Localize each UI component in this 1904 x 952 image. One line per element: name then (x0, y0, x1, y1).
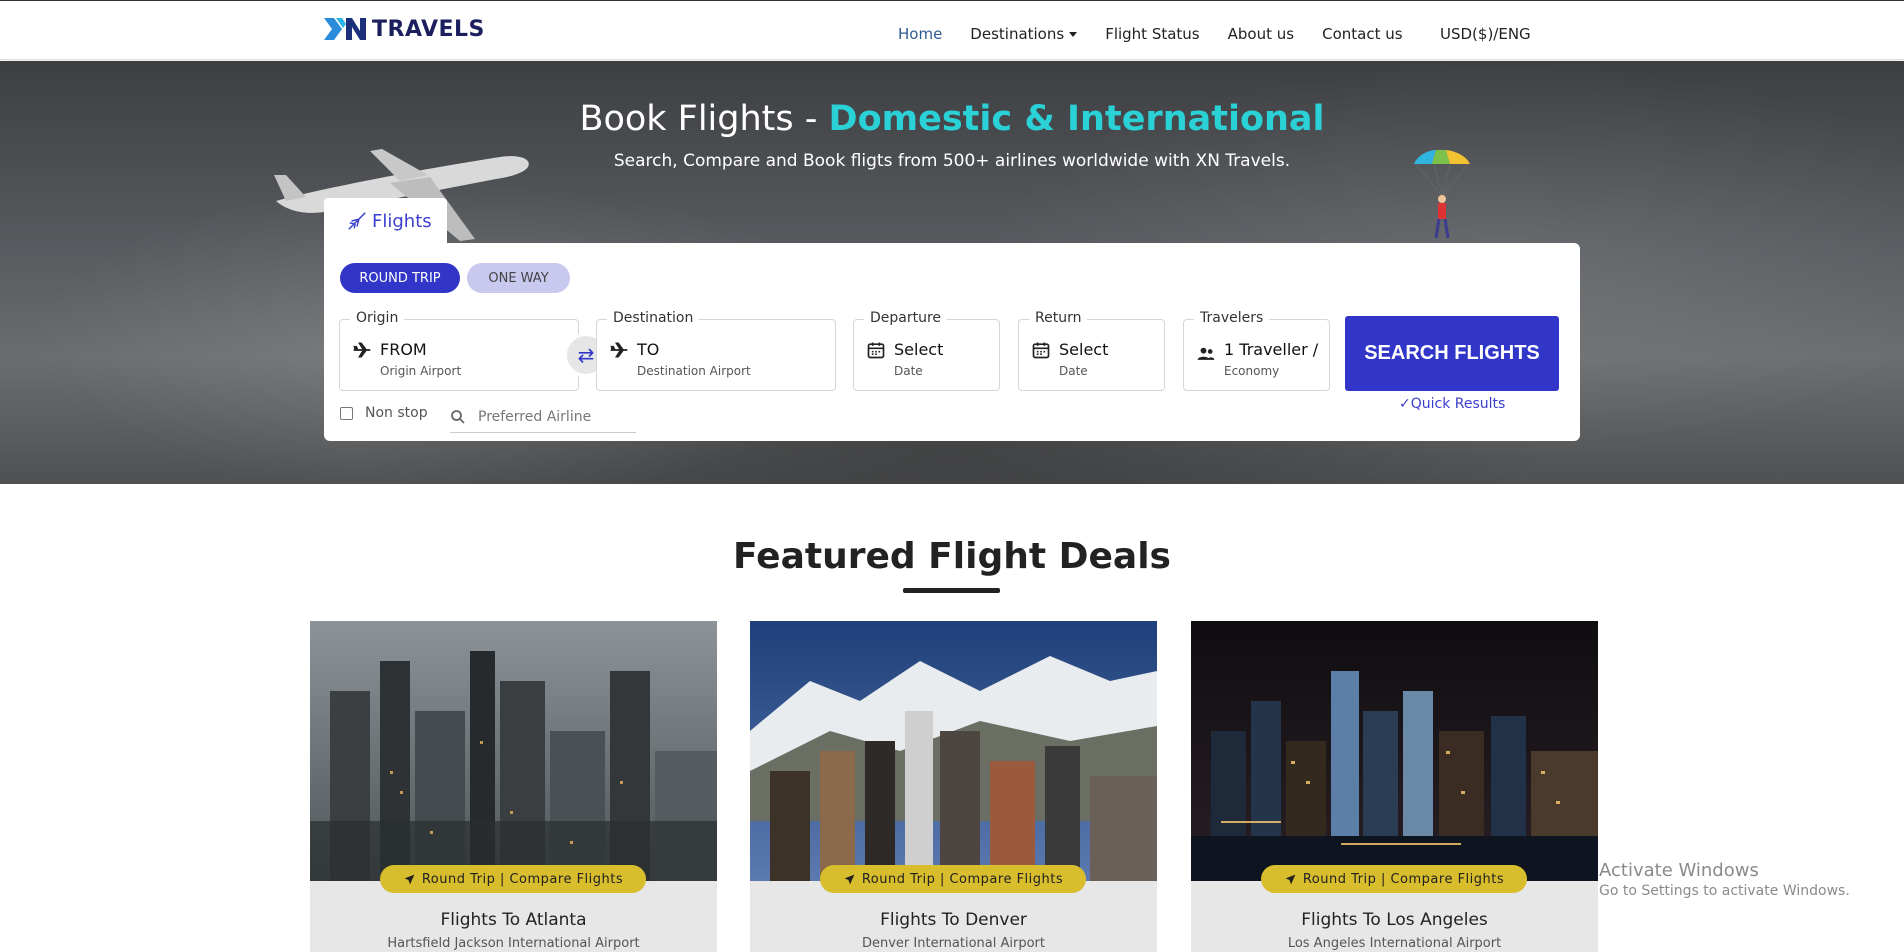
travelers-label: Travelers (1194, 310, 1270, 326)
nav-contact-us[interactable]: Contact us (1322, 25, 1402, 43)
tab-flights-label: Flights (372, 210, 432, 232)
travelers-sub: Economy (1224, 364, 1280, 378)
nav-about-us[interactable]: About us (1228, 25, 1294, 43)
nav-destinations[interactable]: Destinations (970, 25, 1078, 43)
deal-airport: Los Angeles International Airport (1287, 936, 1502, 951)
deal-airport: Denver International Airport (861, 936, 1045, 951)
deal-badge-label: Round Trip | Compare Flights (1302, 871, 1505, 887)
origin-sub: Origin Airport (380, 364, 462, 378)
quick-results-label: Quick Results (1410, 396, 1506, 412)
check-icon: ✓ (1399, 396, 1411, 412)
hero-title-accent: Domestic & International (828, 99, 1325, 139)
origin-label: Origin (350, 310, 405, 326)
brand-logo[interactable]: TRAVELS (322, 15, 485, 43)
destination-value: TO (637, 340, 660, 359)
denver-city-image (750, 621, 1157, 881)
takeoff-icon (353, 342, 371, 358)
people-icon (1197, 347, 1215, 360)
destination-sub: Destination Airport (637, 364, 751, 378)
nav-home[interactable]: Home (898, 25, 942, 43)
caret-down-icon (1069, 32, 1078, 37)
preferred-airline-placeholder: Preferred Airline (478, 408, 592, 425)
brand-name: TRAVELS (372, 16, 485, 42)
watermark-line2: Go to Settings to activate Windows. (1599, 883, 1850, 899)
non-stop-option[interactable]: Non stop (340, 405, 428, 421)
deal-title: Flights To Los Angeles (1301, 910, 1488, 930)
deal-badge: Round Trip | Compare Flights (820, 865, 1086, 893)
travelers-field[interactable]: Travelers 1 Traveller / Economy (1183, 310, 1330, 391)
return-date-field[interactable]: Return Select Date (1018, 310, 1165, 391)
non-stop-label: Non stop (365, 405, 428, 421)
xn-logo-icon (324, 18, 366, 40)
landing-icon (610, 342, 628, 358)
main-nav: Home Destinations Flight Status About us… (898, 25, 1431, 43)
preferred-airline-input[interactable]: Preferred Airline (450, 401, 636, 433)
destination-label: Destination (607, 310, 700, 326)
swap-icon: ⇄ (577, 343, 595, 367)
watermark-line1: Activate Windows (1599, 860, 1759, 881)
tab-flights[interactable]: Flights (324, 198, 447, 244)
nav-flight-status[interactable]: Flight Status (1105, 25, 1199, 43)
flight-search-form: ROUND TRIP ONE WAY Origin FROM Origin Ai… (324, 243, 1580, 441)
travelers-value: 1 Traveller / (1224, 340, 1319, 359)
windows-activation-watermark: Activate Windows Go to Settings to activ… (1599, 860, 1850, 899)
los-angeles-city-image (1191, 621, 1598, 881)
nav-destinations-label: Destinations (970, 25, 1065, 43)
deal-badge-label: Round Trip | Compare Flights (421, 871, 624, 887)
calendar-icon (867, 342, 885, 359)
currency-language-selector[interactable]: USD($)/ENG (1440, 25, 1531, 43)
calendar-icon (1032, 342, 1050, 359)
airplane-icon (844, 874, 855, 884)
featured-deals-heading: Featured Flight Deals (733, 536, 1171, 577)
deal-card-los-angeles[interactable]: Round Trip | Compare Flights Flights To … (1191, 621, 1598, 952)
parachute-illustration (1414, 150, 1470, 239)
round-trip-toggle[interactable]: ROUND TRIP (340, 263, 460, 293)
departure-value: Select (894, 340, 944, 359)
top-navbar: TRAVELS Home Destinations Flight Status … (0, 0, 1904, 60)
deal-card-denver[interactable]: Round Trip | Compare Flights Flights To … (750, 621, 1157, 952)
departure-label: Departure (864, 310, 948, 326)
return-sub: Date (1059, 364, 1088, 378)
deal-airport: Hartsfield Jackson International Airport (387, 936, 640, 951)
non-stop-checkbox[interactable] (340, 406, 353, 420)
deal-card-atlanta[interactable]: Round Trip | Compare Flights Flights To … (310, 621, 717, 952)
destination-field[interactable]: Destination TO Destination Airport (596, 310, 836, 391)
airplane-icon (348, 212, 366, 230)
hero-title-plain: Book Flights - (579, 99, 829, 139)
deal-badge: Round Trip | Compare Flights (1261, 865, 1527, 893)
departure-date-field[interactable]: Departure Select Date (853, 310, 1000, 391)
return-label: Return (1029, 310, 1088, 326)
deal-title: Flights To Atlanta (440, 910, 587, 930)
departure-sub: Date (894, 364, 923, 378)
deal-title: Flights To Denver (880, 910, 1027, 930)
atlanta-city-image (310, 621, 717, 881)
hero-subtitle: Search, Compare and Book fligts from 500… (613, 151, 1291, 171)
airplane-icon (1285, 874, 1296, 884)
origin-field[interactable]: Origin FROM Origin Airport (339, 310, 579, 391)
hero-title: Book Flights - Domestic & International (0, 99, 1904, 139)
origin-value: FROM (380, 340, 427, 359)
airplane-icon (404, 874, 415, 884)
quick-results-link[interactable]: ✓Quick Results (1399, 396, 1505, 412)
one-way-toggle[interactable]: ONE WAY (467, 263, 570, 293)
deal-badge-label: Round Trip | Compare Flights (861, 871, 1064, 887)
deal-badge: Round Trip | Compare Flights (380, 865, 646, 893)
search-flights-button[interactable]: SEARCH FLIGHTS (1345, 316, 1559, 391)
heading-underline (903, 588, 1000, 593)
search-icon (451, 409, 465, 424)
return-value: Select (1059, 340, 1109, 359)
